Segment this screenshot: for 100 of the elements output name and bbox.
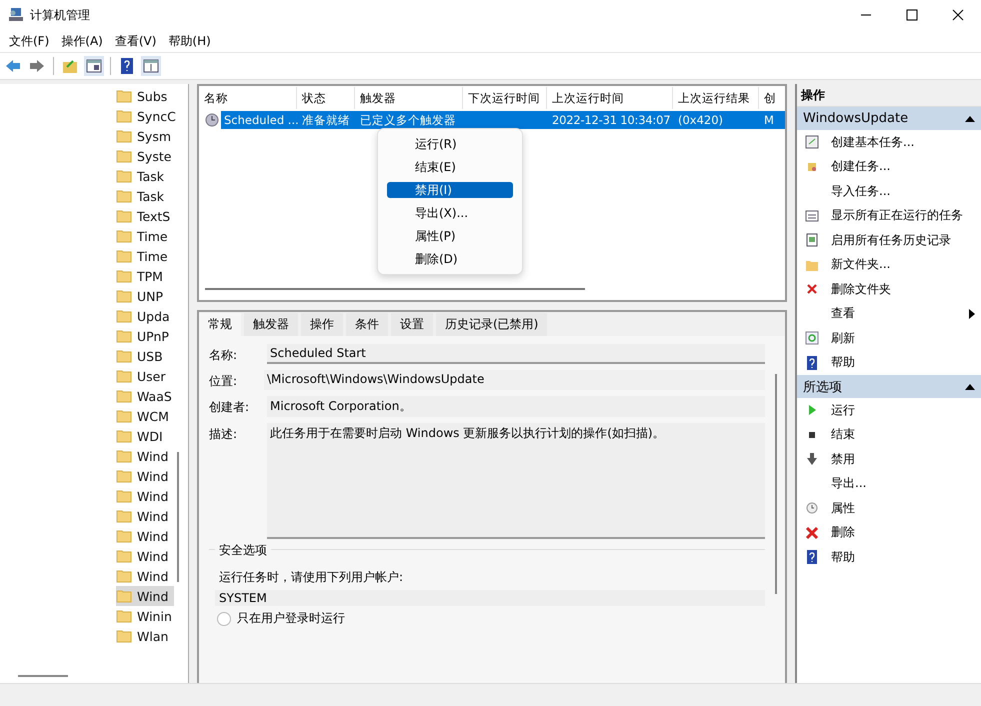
tree-item[interactable]: Wind [116,486,174,506]
column-header[interactable]: 触发器 [355,87,463,109]
action-item[interactable]: 导出... [797,472,981,496]
folder-icon [116,149,132,163]
help-icon [805,550,819,564]
scrollbar[interactable] [18,675,68,677]
section-header[interactable]: WindowsUpdate [797,107,981,130]
caret-icon [965,116,975,122]
tab[interactable]: 触发器 [244,312,298,336]
action-item[interactable]: 帮助 [797,350,981,375]
tab[interactable]: 条件 [346,312,388,336]
task-row[interactable]: Scheduled ... 准备就绪 已定义多个触发器 2022-12-31 10:34:07 (0x420) M [221,111,785,129]
scrollbar[interactable] [205,288,585,290]
tree-item[interactable]: WCM [116,406,174,426]
show-hide-tree-icon[interactable] [84,56,104,76]
action-item[interactable]: 刷新 [797,326,981,350]
tree-item[interactable]: Upda [116,306,174,326]
scrollbar[interactable] [775,374,777,594]
tree-item[interactable]: Task [116,186,174,206]
tree-item[interactable]: Wind [116,466,174,486]
menu-item[interactable]: 文件(F) [4,30,54,52]
log-icon [805,233,819,248]
menu-item[interactable]: 删除(D) [387,248,513,270]
tree-item[interactable]: Subs [116,86,174,106]
menu-item[interactable]: 禁用(I) [387,182,513,198]
action-item[interactable]: 启用所有任务历史记录 [797,228,981,252]
tree-item[interactable]: Wind [116,446,174,466]
action-item[interactable]: 结束 [797,422,981,447]
column-header[interactable]: 下次运行时间 [463,87,547,109]
tree-item[interactable]: Syste [116,146,174,166]
menu-item[interactable]: 操作(A) [56,30,108,52]
menu-item[interactable]: 运行(R) [387,133,513,155]
pane-title: 操作 [797,84,981,107]
radio-option[interactable]: 只在用户登录时运行 [215,610,765,627]
folder-icon [116,189,132,203]
column-header[interactable]: 上次运行时间 [547,87,673,109]
task-wizard-icon [805,135,819,150]
action-item[interactable]: 创建基本任务... [797,130,981,154]
column-header[interactable]: 上次运行结果 [673,87,759,109]
tree-item[interactable]: Winin [116,606,174,626]
action-item[interactable]: 运行 [797,398,981,422]
author-field[interactable]: Microsoft Corporation。 [267,396,765,417]
action-item[interactable]: 创建任务... [797,154,981,179]
tree-item[interactable]: Time [116,226,174,246]
tree-item[interactable]: WDI [116,426,174,446]
section-header[interactable]: 所选项 [797,375,981,398]
tab[interactable]: 操作 [301,312,343,336]
action-item[interactable]: 禁用 [797,447,981,472]
column-header[interactable]: 名称 [199,87,297,109]
show-action-pane-icon[interactable] [141,56,161,76]
tree-item[interactable]: Sysm [116,126,174,146]
menu-item[interactable]: 结束(E) [387,156,513,178]
field-label: 名称: [209,347,238,364]
action-item[interactable]: 新文件夹... [797,252,981,277]
folder-icon [116,369,132,383]
action-item[interactable]: 删除 [797,520,981,545]
tab[interactable]: 设置 [391,312,433,336]
menu-item[interactable]: 帮助(H) [163,30,216,52]
tree-item[interactable]: Wind [116,506,174,526]
field-label: 位置: [209,373,238,390]
tree-item[interactable]: SyncC [116,106,174,126]
description-field[interactable]: 此任务用于在需要时启动 Windows 更新服务以执行计划的操作(如扫描)。 [267,423,765,539]
folder-icon [116,269,132,283]
tree-item[interactable]: Wind [116,586,174,606]
delete-icon [805,526,819,540]
tree-item[interactable]: WaaS [116,386,174,406]
action-item[interactable]: 属性 [797,496,981,520]
tree-item[interactable]: Time [116,246,174,266]
column-header[interactable]: 创 [759,87,785,109]
folder-icon [116,89,132,103]
action-item[interactable]: 导入任务... [797,179,981,204]
action-item[interactable]: 查看 [797,302,981,326]
tree-item[interactable]: Wind [116,566,174,586]
tree-item[interactable]: USB [116,346,174,366]
tree-item[interactable]: Wind [116,526,174,546]
folder-icon [116,609,132,623]
folder-icon [116,349,132,363]
tree-item[interactable]: UNP [116,286,174,306]
action-item[interactable]: 删除文件夹 [797,277,981,302]
action-item[interactable]: 显示所有正在运行的任务 [797,204,981,228]
help-icon [805,356,819,370]
menu-item[interactable]: 查看(V) [110,30,162,52]
menu-item[interactable]: 属性(P) [387,225,513,247]
tree-item[interactable]: Task [116,166,174,186]
folder-icon [116,209,132,223]
tree-item[interactable]: Wind [116,546,174,566]
tree-item[interactable]: TextS [116,206,174,226]
action-item[interactable]: 帮助 [797,545,981,570]
group-title: 安全选项 [215,542,271,559]
tree-item[interactable]: Wlan [116,626,174,646]
menu-item[interactable]: 导出(X)... [387,202,513,224]
field-label: 描述: [209,426,238,443]
name-field[interactable]: Scheduled Start [267,344,765,364]
scrollbar[interactable] [177,452,179,582]
tree-item[interactable]: UPnP [116,326,174,346]
column-header[interactable]: 状态 [297,87,355,109]
tree-item[interactable]: TPM [116,266,174,286]
tab[interactable]: 常规 [199,312,241,336]
tree-item[interactable]: User [116,366,174,386]
tab[interactable]: 历史记录(已禁用) [436,312,548,336]
